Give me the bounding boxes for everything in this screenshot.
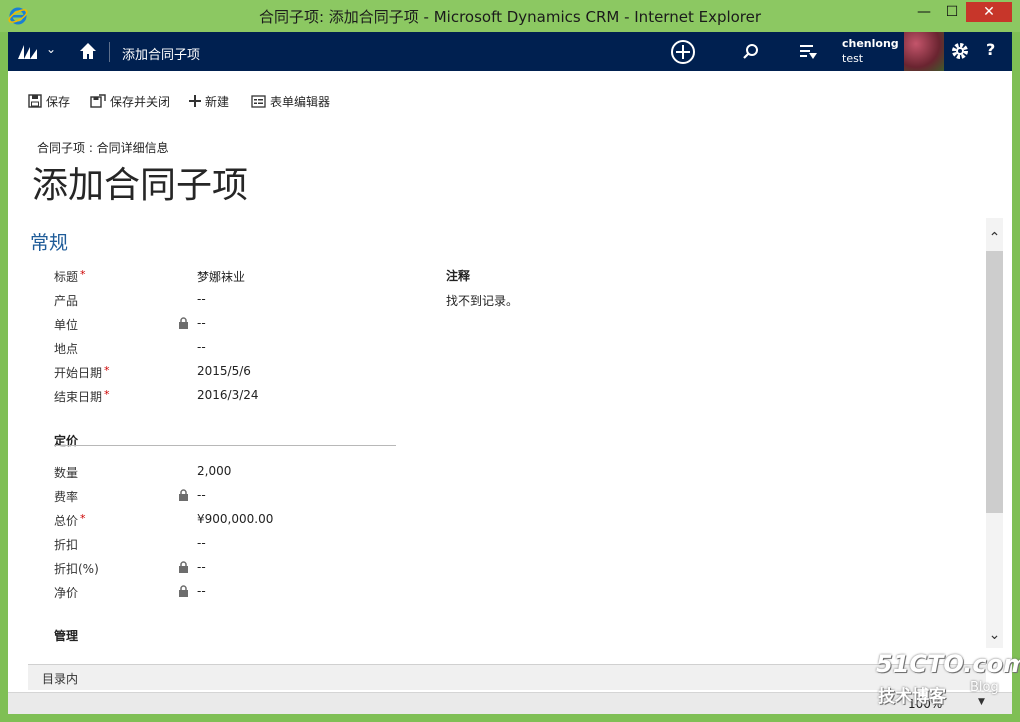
user-org: test: [842, 52, 864, 65]
subsection-divider: [54, 445, 396, 446]
minimize-button[interactable]: —: [910, 2, 938, 22]
field-row[interactable]: 单位 --: [54, 316, 404, 334]
field-label: 结束日期 *: [54, 388, 110, 404]
save-close-icon: [90, 94, 106, 108]
field-value[interactable]: 2015/5/6: [197, 364, 251, 378]
field-value[interactable]: 梦娜袜业: [197, 268, 245, 285]
search-icon[interactable]: [741, 42, 761, 62]
save-close-label: 保存并关闭: [110, 94, 171, 109]
field-row[interactable]: 费率 --: [54, 488, 404, 506]
dynamics-logo-icon[interactable]: [18, 43, 38, 60]
field-row[interactable]: 数量 2,000: [54, 464, 404, 482]
form-selector[interactable]: 合同子项 : 合同详细信息: [37, 139, 169, 156]
field-label: 费率: [54, 490, 79, 504]
field-label: 地点: [54, 342, 79, 356]
field-label: 折扣(%): [54, 562, 99, 576]
form-editor-label: 表单编辑器: [270, 94, 331, 109]
close-button[interactable]: ✕: [966, 2, 1012, 22]
breadcrumb: 添加合同子项: [122, 48, 201, 63]
field-row[interactable]: 总价 * ¥900,000.00: [54, 512, 404, 530]
field-row[interactable]: 折扣(%) --: [54, 560, 404, 578]
page-title: 添加合同子项: [32, 165, 249, 206]
plus-icon: [189, 95, 201, 107]
required-marker: *: [104, 364, 110, 377]
field-label: 标题 *: [54, 268, 86, 284]
window-title: 合同子项: 添加合同子项 - Microsoft Dynamics CRM - …: [258, 8, 762, 26]
user-name: chenlong: [842, 37, 899, 50]
admin-subsection-title: 管理: [54, 629, 79, 643]
field-label: 开始日期 *: [54, 364, 110, 380]
create-plus-icon[interactable]: [670, 39, 696, 65]
home-icon[interactable]: [78, 41, 98, 61]
save-button[interactable]: 保存: [28, 91, 70, 111]
chevron-down-icon[interactable]: ▼: [978, 697, 985, 707]
new-button[interactable]: 新建: [189, 91, 229, 111]
field-row[interactable]: 标题 * 梦娜袜业: [54, 268, 404, 286]
section-title: 常规: [30, 232, 69, 254]
field-value: --: [197, 584, 206, 598]
avatar[interactable]: [904, 32, 944, 71]
form-editor-button[interactable]: 表单编辑器: [251, 91, 330, 111]
watermark-text: 技术博客: [878, 687, 946, 707]
watermark-text: Blog: [970, 680, 999, 695]
lock-icon: [179, 585, 188, 597]
scrollbar-thumb[interactable]: [986, 251, 1003, 513]
field-label: 净价: [54, 586, 79, 600]
required-marker: *: [80, 268, 86, 281]
notes-empty-message: 找不到记录。: [446, 294, 519, 308]
field-value[interactable]: --: [197, 292, 206, 306]
window-titlebar: 合同子项: 添加合同子项 - Microsoft Dynamics CRM - …: [0, 0, 1020, 32]
lock-icon: [179, 561, 188, 573]
watermark-text: 51CTO.com: [876, 650, 1020, 678]
save-icon: [28, 94, 42, 108]
browser-content: ⌄ 添加合同子项 chenlong test ? 保存 保存并关闭 新建 表单编…: [8, 32, 1012, 714]
required-marker: *: [80, 512, 86, 525]
footer-status: 目录内: [42, 672, 79, 686]
crm-nav-bar: ⌄ 添加合同子项 chenlong test ?: [8, 32, 1012, 71]
advanced-find-icon[interactable]: [798, 42, 818, 62]
field-row[interactable]: 净价 --: [54, 584, 404, 602]
field-row[interactable]: 开始日期 * 2015/5/6: [54, 364, 404, 382]
scroll-down-icon[interactable]: ⌄: [986, 627, 1003, 643]
field-row[interactable]: 产品 --: [54, 292, 404, 310]
field-row[interactable]: 地点 --: [54, 340, 404, 358]
save-and-close-button[interactable]: 保存并关闭: [90, 91, 170, 111]
field-label: 数量: [54, 466, 79, 480]
field-value: --: [197, 316, 206, 330]
field-value[interactable]: --: [197, 340, 206, 354]
field-label: 单位: [54, 318, 79, 332]
save-label: 保存: [46, 94, 71, 109]
browser-status-bar: 100% ▼: [8, 692, 1012, 714]
field-label: 产品: [54, 294, 79, 308]
notes-title: 注释: [446, 269, 471, 283]
field-value[interactable]: --: [197, 536, 206, 550]
field-value: --: [197, 488, 206, 502]
field-value[interactable]: ¥900,000.00: [197, 512, 273, 526]
new-label: 新建: [205, 94, 230, 109]
field-value: --: [197, 560, 206, 574]
help-icon[interactable]: ?: [986, 40, 995, 59]
field-value[interactable]: 2,000: [197, 464, 231, 478]
user-info[interactable]: chenlong test: [842, 36, 899, 66]
field-label: 折扣: [54, 538, 79, 552]
chevron-down-icon[interactable]: ⌄: [46, 42, 56, 56]
form-footer: 目录内: [28, 664, 986, 690]
nav-divider: [109, 42, 110, 62]
field-value[interactable]: 2016/3/24: [197, 388, 259, 402]
field-row[interactable]: 折扣 --: [54, 536, 404, 554]
lock-icon: [179, 489, 188, 501]
required-marker: *: [104, 388, 110, 401]
gear-icon[interactable]: [950, 41, 970, 61]
pricing-subsection-title: 定价: [54, 434, 79, 448]
scroll-up-icon[interactable]: ⌃: [986, 230, 1003, 246]
field-row[interactable]: 结束日期 * 2016/3/24: [54, 388, 404, 406]
maximize-button[interactable]: ☐: [938, 2, 966, 22]
field-label: 总价 *: [54, 512, 86, 528]
lock-icon: [179, 317, 188, 329]
form-editor-icon: [251, 94, 266, 108]
